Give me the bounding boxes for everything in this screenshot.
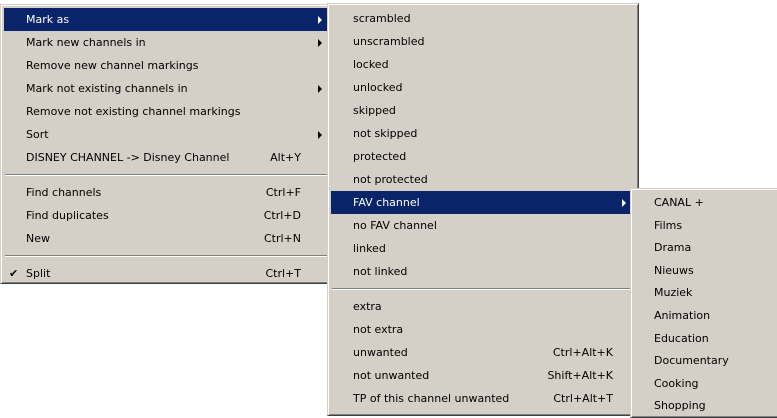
menu-item-label: no FAV channel bbox=[353, 219, 437, 232]
fav-item-education[interactable]: Education bbox=[634, 328, 774, 351]
menu-item-shortcut: Alt+Y bbox=[270, 151, 301, 164]
menu-item-label: Animation bbox=[654, 308, 711, 322]
menu-item-shortcut: Ctrl+N bbox=[263, 232, 301, 245]
submenu-arrow-icon bbox=[318, 84, 322, 93]
menu-item-label: Mark new channels in bbox=[26, 36, 146, 49]
menu-item-label: New bbox=[26, 232, 50, 245]
menu-item-label: Remove new channel markings bbox=[26, 59, 199, 72]
fav-item-animation[interactable]: Animation bbox=[634, 305, 774, 328]
main-menu-item-new[interactable]: New Ctrl+N bbox=[4, 227, 331, 250]
mark-as-submenu: scrambled unscrambled locked unlocked skippe… bbox=[327, 3, 639, 416]
main-menu-item-disney-channel-disney-channel[interactable]: DISNEY CHANNEL -> Disney Channel Alt+Y bbox=[4, 146, 331, 169]
mark-as-item-skipped[interactable]: skipped bbox=[331, 99, 635, 122]
context-menu: Mark as Mark new channels in Remove new ch… bbox=[0, 4, 335, 284]
submenu-arrow-icon bbox=[318, 38, 322, 47]
menu-item-label: Split bbox=[26, 267, 51, 280]
menu-item-label: Find channels bbox=[26, 186, 102, 199]
menu-item-label: unlocked bbox=[353, 81, 403, 94]
menu-item-label: CANAL + bbox=[654, 196, 704, 209]
check-icon: ✔ bbox=[9, 267, 19, 280]
mark-as-item-locked[interactable]: locked bbox=[331, 53, 635, 76]
menu-item-label: Muziek bbox=[654, 286, 693, 300]
main-menu-item-find-duplicates[interactable]: Find duplicates Ctrl+D bbox=[4, 204, 331, 227]
mark-as-item-linked[interactable]: linked bbox=[331, 237, 635, 260]
menu-item-label: protected bbox=[353, 150, 407, 163]
main-menu-item-find-channels[interactable]: Find channels Ctrl+F bbox=[4, 181, 331, 204]
main-menu-item-mark-as[interactable]: Mark as bbox=[4, 8, 331, 31]
menu-item-label: Nieuws bbox=[654, 263, 694, 277]
menu-item-label: Remove not existing channel markings bbox=[26, 105, 241, 118]
menu-item-label: Education bbox=[654, 331, 709, 345]
mark-as-item-fav-channel[interactable]: FAV channel bbox=[331, 191, 635, 214]
menu-item-label: scrambled bbox=[353, 12, 411, 25]
mark-as-item-not-extra[interactable]: not extra bbox=[331, 318, 635, 341]
menu-item-label: not skipped bbox=[353, 127, 418, 140]
fav-item-canal[interactable]: CANAL + bbox=[634, 192, 774, 215]
menu-item-label: Drama bbox=[654, 241, 692, 255]
menu-item-label: DISNEY CHANNEL -> Disney Channel bbox=[26, 151, 230, 164]
menu-item-label: Cooking bbox=[654, 376, 699, 390]
menu-item-label: TP of this channel unwanted bbox=[353, 392, 510, 405]
fav-item-documentary[interactable]: Documentary bbox=[634, 350, 774, 373]
menu-item-label: skipped bbox=[353, 104, 396, 117]
main-menu-item-remove-new-channel-markings[interactable]: Remove new channel markings bbox=[4, 54, 331, 77]
mark-as-item-unscrambled[interactable]: unscrambled bbox=[331, 30, 635, 53]
fav-item-drama[interactable]: Drama bbox=[634, 237, 774, 260]
menu-item-label: FAV channel bbox=[353, 196, 420, 209]
mark-as-item-scrambled[interactable]: scrambled bbox=[331, 7, 635, 30]
fav-item-shopping[interactable]: Shopping bbox=[634, 395, 774, 418]
fav-item-nieuws[interactable]: Nieuws bbox=[634, 260, 774, 283]
fav-item-muziek[interactable]: Muziek bbox=[634, 282, 774, 305]
menu-item-label: unwanted bbox=[353, 346, 408, 359]
menu-item-label: linked bbox=[353, 242, 386, 255]
menu-item-label: locked bbox=[353, 58, 389, 71]
mark-as-item-not-linked[interactable]: not linked bbox=[331, 260, 635, 283]
menu-separator bbox=[5, 255, 330, 257]
menu-item-label: Mark as bbox=[26, 13, 70, 26]
menu-item-shortcut: Ctrl+D bbox=[263, 209, 301, 222]
main-menu-item-split[interactable]: ✔ Split Ctrl+T bbox=[4, 262, 331, 285]
menu-item-shortcut: Shift+Alt+K bbox=[547, 369, 613, 382]
menu-item-shortcut: Ctrl+T bbox=[265, 267, 301, 280]
menu-item-shortcut: Ctrl+Alt+K bbox=[552, 346, 613, 359]
submenu-arrow-icon bbox=[318, 15, 322, 24]
fav-item-films[interactable]: Films bbox=[634, 215, 774, 238]
menu-item-label: not unwanted bbox=[353, 369, 430, 382]
mark-as-item-no-fav-channel[interactable]: no FAV channel bbox=[331, 214, 635, 237]
mark-as-item-unwanted[interactable]: unwanted Ctrl+Alt+K bbox=[331, 341, 635, 364]
menu-item-label: Documentary bbox=[654, 354, 729, 368]
mark-as-item-not-skipped[interactable]: not skipped bbox=[331, 122, 635, 145]
main-menu-item-sort[interactable]: Sort bbox=[4, 123, 331, 146]
mark-as-item-not-unwanted[interactable]: not unwanted Shift+Alt+K bbox=[331, 364, 635, 387]
menu-item-shortcut: Ctrl+Alt+T bbox=[553, 392, 613, 405]
menu-item-label: not linked bbox=[353, 265, 408, 278]
mark-as-item-protected[interactable]: protected bbox=[331, 145, 635, 168]
fav-channel-submenu: CANAL + Films Drama Nieuws Muziek Animation Ed… bbox=[630, 188, 777, 418]
submenu-arrow-icon bbox=[318, 130, 322, 139]
menu-item-label: extra bbox=[353, 300, 382, 313]
menu-item-label: Films bbox=[654, 218, 683, 232]
menu-item-label: Find duplicates bbox=[26, 209, 109, 222]
mark-as-item-tp-of-this-channel-unwanted[interactable]: TP of this channel unwanted Ctrl+Alt+T bbox=[331, 387, 635, 410]
menu-separator bbox=[5, 174, 330, 176]
menu-separator bbox=[332, 288, 634, 290]
menu-item-label: unscrambled bbox=[353, 35, 425, 48]
main-menu-item-remove-not-existing-channel-markings[interactable]: Remove not existing channel markings bbox=[4, 100, 331, 123]
menu-item-label: Shopping bbox=[654, 399, 706, 413]
mark-as-item-unlocked[interactable]: unlocked bbox=[331, 76, 635, 99]
menu-item-shortcut: Ctrl+F bbox=[265, 186, 301, 199]
menu-item-label: Sort bbox=[26, 128, 49, 141]
menu-item-label: Mark not existing channels in bbox=[26, 82, 188, 95]
menu-item-label: not protected bbox=[353, 173, 428, 186]
mark-as-item-extra[interactable]: extra bbox=[331, 295, 635, 318]
main-menu-item-mark-new-channels-in[interactable]: Mark new channels in bbox=[4, 31, 331, 54]
main-menu-item-mark-not-existing-channels-in[interactable]: Mark not existing channels in bbox=[4, 77, 331, 100]
submenu-arrow-icon bbox=[622, 198, 626, 207]
fav-item-cooking[interactable]: Cooking bbox=[634, 373, 774, 396]
menu-item-label: not extra bbox=[353, 323, 404, 336]
mark-as-item-not-protected[interactable]: not protected bbox=[331, 168, 635, 191]
